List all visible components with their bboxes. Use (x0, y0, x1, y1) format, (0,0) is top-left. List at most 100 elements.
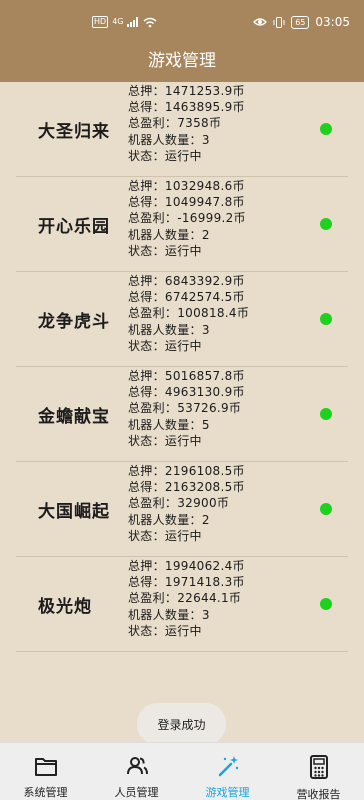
status-indicator-dot (320, 123, 332, 135)
total-profit-line: 总盈利：100818.4币 (128, 305, 249, 321)
robot-count-line: 机器人数量：3 (128, 132, 245, 148)
total-profit-line: 总盈利：32900币 (128, 495, 245, 511)
total-win-line: 总得：1463895.9币 (128, 99, 245, 115)
status-indicator-dot (320, 503, 332, 515)
status-label: 状态： (128, 148, 165, 163)
total-bet-value: 6843392.9币 (164, 274, 245, 288)
total-win-value: 1971418.3币 (164, 575, 245, 590)
total-bet-label: 总押： (128, 559, 165, 573)
total-bet-value: 1994062.4币 (164, 559, 245, 573)
wifi-icon (144, 17, 157, 27)
status-bar: HD 4G 65 03:05 (0, 0, 364, 46)
status-left: HD 4G (92, 16, 157, 28)
robot-count-line: 机器人数量：5 (128, 417, 245, 433)
total-profit-value: 32900币 (177, 496, 230, 511)
status-value: 运行中 (164, 243, 202, 258)
game-row[interactable]: 龙争虎斗 总押：6843392.9币 总得：6742574.5币 总盈利：100818… (16, 272, 348, 367)
status-value: 运行中 (164, 148, 202, 163)
total-bet-label: 总押： (128, 274, 165, 288)
robot-count-label: 机器人数量： (128, 417, 202, 432)
robot-count-label: 机器人数量： (128, 322, 202, 337)
total-win-line: 总得：6742574.5币 (128, 289, 249, 305)
game-stats: 总押：1994062.4币 总得：1971418.3币 总盈利：22644.1币 机器… (128, 558, 245, 639)
status-value: 运行中 (164, 338, 202, 353)
total-win-label: 总得： (128, 100, 165, 115)
robot-count-label: 机器人数量： (128, 132, 202, 147)
total-profit-line: 总盈利：22644.1币 (128, 590, 245, 606)
robot-count-value: 2 (201, 227, 210, 242)
total-win-line: 总得：4963130.9币 (128, 384, 245, 400)
game-row[interactable]: 大国崛起 总押：2196108.5币 总得：2163208.5币 总盈利：32900币… (16, 462, 348, 557)
game-stats: 总押：2196108.5币 总得：2163208.5币 总盈利：32900币 机器人数… (128, 463, 245, 544)
robot-count-value: 3 (201, 322, 210, 337)
total-profit-label: 总盈利： (128, 496, 178, 511)
total-profit-label: 总盈利： (128, 306, 178, 321)
game-row[interactable]: 极光炮 总押：1994062.4币 总得：1971418.3币 总盈利：22644.1… (16, 557, 348, 652)
game-row[interactable]: 开心乐园 总押：1032948.6币 总得：1049947.8币 总盈利：-16999… (16, 177, 348, 272)
robot-count-label: 机器人数量： (128, 227, 202, 242)
total-bet-line: 总押：6843392.9币 (128, 273, 249, 289)
total-profit-line: 总盈利：-16999.2币 (128, 210, 246, 226)
game-name: 极光炮 (38, 597, 92, 617)
game-row[interactable]: 大圣归来 总押：1471253.9币 总得：1463895.9币 总盈利：7358币机… (16, 82, 348, 177)
toast-message: 登录成功 (137, 703, 226, 745)
total-profit-line: 总盈利：7358币 (128, 115, 245, 131)
total-profit-value: 100818.4币 (177, 306, 250, 321)
total-win-line: 总得：1049947.8币 (128, 194, 246, 210)
users-icon (125, 755, 149, 777)
robot-count-line: 机器人数量：3 (128, 607, 245, 623)
signal-icon (127, 17, 139, 27)
folder-icon (34, 755, 58, 777)
total-bet-value: 2196108.5币 (164, 464, 245, 478)
nav-system-management[interactable]: 系统管理 (0, 743, 91, 800)
total-bet-value: 1032948.6币 (164, 179, 245, 193)
hd-badge: HD (92, 16, 109, 28)
status-label: 状态： (128, 528, 165, 543)
nav-label: 游戏管理 (205, 786, 250, 799)
total-win-value: 1463895.9币 (164, 100, 245, 115)
status-line: 状态：运行中 (128, 433, 245, 449)
total-win-value: 1049947.8币 (164, 195, 245, 210)
robot-count-line: 机器人数量：2 (128, 227, 246, 243)
robot-count-value: 3 (201, 132, 210, 147)
total-profit-value: 7358币 (177, 116, 222, 131)
total-profit-label: 总盈利： (128, 591, 178, 606)
game-name: 金蟾献宝 (38, 407, 110, 427)
total-profit-line: 总盈利：53726.9币 (128, 400, 245, 416)
robot-count-line: 机器人数量：2 (128, 512, 245, 528)
game-list: 大圣归来 总押：1471253.9币 总得：1463895.9币 总盈利：7358币机… (0, 82, 364, 652)
game-stats: 总押：1032948.6币 总得：1049947.8币 总盈利：-16999.2币机… (128, 178, 246, 259)
nav-revenue-report[interactable]: 营收报告 (273, 743, 364, 800)
nav-label: 系统管理 (23, 786, 68, 799)
magic-wand-icon (216, 755, 240, 777)
total-bet-label: 总押： (128, 179, 165, 193)
status-indicator-dot (320, 408, 332, 420)
game-name: 开心乐园 (38, 217, 110, 237)
robot-count-value: 5 (201, 417, 210, 432)
status-indicator-dot (320, 218, 332, 230)
status-line: 状态：运行中 (128, 528, 245, 544)
total-bet-line: 总押：1994062.4币 (128, 558, 245, 574)
robot-count-label: 机器人数量： (128, 512, 202, 527)
nav-personnel-management[interactable]: 人员管理 (91, 743, 182, 800)
nav-label: 人员管理 (114, 786, 159, 799)
game-name: 大圣归来 (38, 122, 110, 142)
total-profit-label: 总盈利： (128, 211, 178, 226)
title-bar: 游戏管理 (0, 46, 364, 82)
game-row[interactable]: 金蟾献宝 总押：5016857.8币 总得：4963130.9币 总盈利：53726.… (16, 367, 348, 462)
status-line: 状态：运行中 (128, 338, 249, 354)
robot-count-label: 机器人数量： (128, 607, 202, 622)
status-label: 状态： (128, 243, 165, 258)
status-right: 65 03:05 (253, 15, 350, 29)
total-bet-label: 总押： (128, 464, 165, 478)
status-value: 运行中 (164, 623, 202, 638)
bottom-nav: 系统管理 人员管理 游戏管理 营收报告 (0, 742, 364, 800)
status-value: 运行中 (164, 528, 202, 543)
status-line: 状态：运行中 (128, 243, 246, 259)
total-bet-label: 总押： (128, 369, 165, 383)
robot-count-line: 机器人数量：3 (128, 322, 249, 338)
total-win-label: 总得： (128, 575, 165, 590)
nav-game-management[interactable]: 游戏管理 (182, 743, 273, 800)
total-profit-value: 22644.1币 (177, 591, 242, 606)
total-bet-line: 总押：2196108.5币 (128, 463, 245, 479)
